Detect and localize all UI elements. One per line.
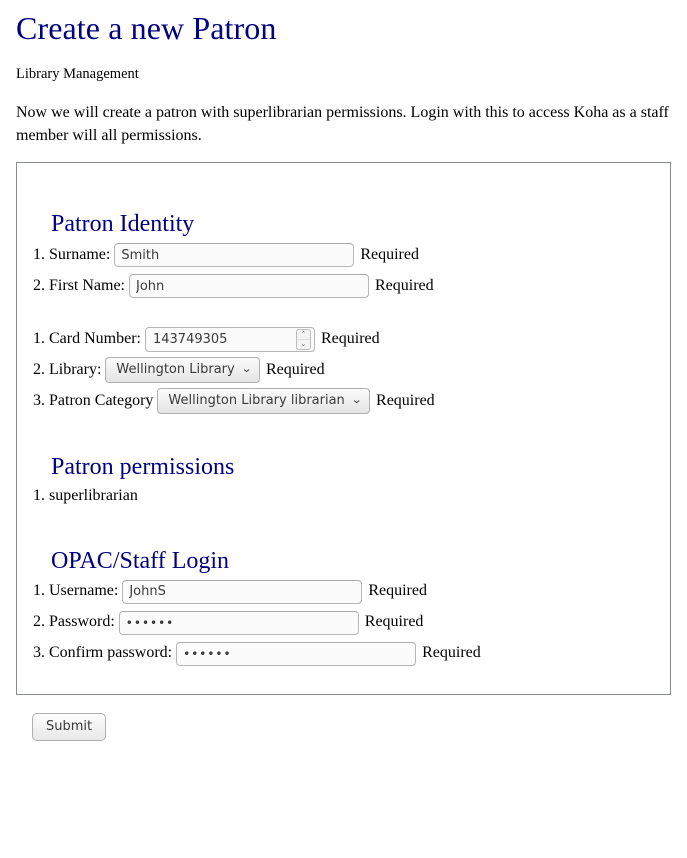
first-name-input[interactable]	[129, 274, 369, 299]
confirm-password-input[interactable]	[176, 641, 417, 666]
page-subtitle: Library Management	[16, 65, 139, 82]
login-field-list: Username: Required Password: Required Conf…	[17, 575, 670, 668]
field-library-note: Required	[265, 360, 325, 378]
field-first-name-note: Required	[375, 276, 434, 294]
field-card-number: Card Number: ⌃⌄ Required	[33, 323, 670, 354]
submit-button[interactable]: Submit	[32, 713, 107, 742]
patron-identity-field-list-2: Card Number:⌃⌄Required Library:Wellingto…	[17, 323, 670, 416]
patron-create-page: Create a new Patron Library Management N…	[0, 10, 687, 742]
field-patron-category-note: Required	[376, 391, 435, 409]
field-group-spacer	[17, 301, 670, 323]
surname-input[interactable]	[114, 243, 355, 268]
spinner-up-icon[interactable]: ⌃	[296, 330, 310, 340]
field-surname-note: Required	[360, 245, 419, 263]
field-password-label: Password:	[49, 613, 115, 631]
patron-category-select[interactable]: Wellington Library librarian ⌄	[157, 388, 371, 415]
permission-label: superlibrarian	[49, 486, 138, 504]
submit-row: Submit	[16, 695, 671, 742]
field-username-label: Username:	[49, 582, 119, 600]
field-surname-label: Surname:	[49, 245, 111, 263]
chevron-down-icon: ⌄	[240, 362, 253, 376]
field-library-label: Library:	[49, 360, 102, 378]
page-title: Create a new Patron	[16, 10, 277, 46]
spinner-down-icon[interactable]: ⌄	[297, 340, 310, 349]
library-select[interactable]: Wellington Library ⌄	[105, 357, 260, 384]
field-patron-category-label: Patron Category	[49, 391, 154, 409]
number-spinner[interactable]: ⌃ ⌄	[295, 328, 311, 350]
patron-permissions-heading: Patron permissions	[51, 453, 235, 480]
patron-category-select-value: Wellington Library librarian	[168, 393, 345, 409]
field-confirm-password-label: Confirm password:	[49, 644, 173, 662]
field-username-note: Required	[368, 582, 427, 600]
section-opac-staff-login: OPAC/Staff Login	[17, 510, 670, 576]
field-card-number-label: Card Number:	[49, 329, 141, 347]
username-input[interactable]	[122, 579, 363, 604]
patron-form: Patron Identity Surname: Required First N…	[16, 162, 671, 696]
field-first-name-label: First Name:	[49, 276, 125, 294]
field-confirm-password: Confirm password: Required	[33, 637, 670, 668]
section-patron-permissions: Patron permissions	[17, 416, 670, 482]
patron-identity-heading: Patron Identity	[51, 211, 195, 238]
field-patron-category: Patron CategoryWellington Library librar…	[33, 385, 670, 416]
patron-identity-field-list: Surname: Required First Name: Required	[17, 239, 670, 301]
section-patron-identity: Patron Identity	[17, 163, 670, 239]
field-username: Username: Required	[33, 575, 670, 606]
field-confirm-password-note: Required	[422, 644, 481, 662]
library-select-value: Wellington Library	[116, 362, 235, 378]
chevron-down-icon: ⌄	[350, 393, 363, 407]
card-number-input[interactable]	[144, 326, 315, 352]
field-surname: Surname: Required	[33, 239, 670, 270]
password-input[interactable]	[118, 610, 359, 635]
field-library: Library: Wellington Library ⌄ Required	[33, 354, 670, 385]
patron-permissions-list: superlibrarian	[17, 482, 670, 510]
page-intro-text: Now we will create a patron with superli…	[16, 103, 669, 144]
opac-staff-login-heading: OPAC/Staff Login	[51, 547, 230, 574]
field-password: Password: Required	[33, 606, 670, 637]
field-password-note: Required	[364, 613, 424, 631]
list-item: superlibrarian	[33, 482, 670, 510]
field-first-name: First Name: Required	[33, 270, 670, 301]
card-number-wrap: ⌃⌄	[144, 326, 315, 352]
field-card-number-note: Required	[320, 329, 380, 347]
